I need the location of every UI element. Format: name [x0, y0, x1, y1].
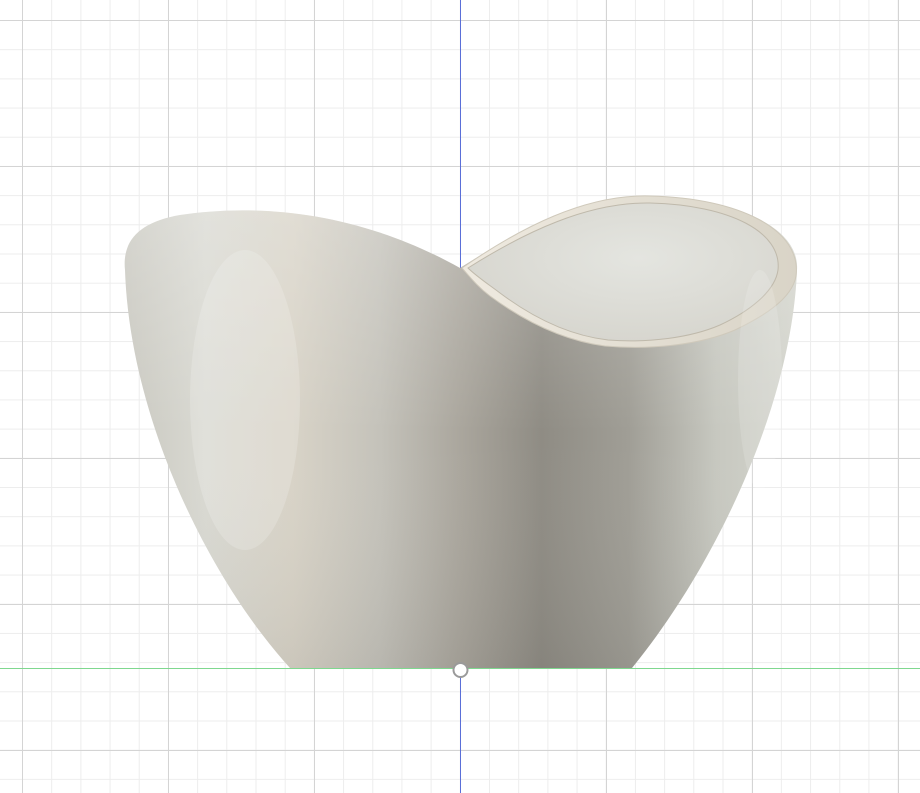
origin-ring-icon[interactable]	[452, 662, 469, 678]
vase-highlight-left	[190, 250, 300, 550]
viewport-scene[interactable]	[0, 0, 920, 793]
vase-highlight-right	[738, 270, 782, 490]
3d-viewport[interactable]	[0, 0, 920, 793]
